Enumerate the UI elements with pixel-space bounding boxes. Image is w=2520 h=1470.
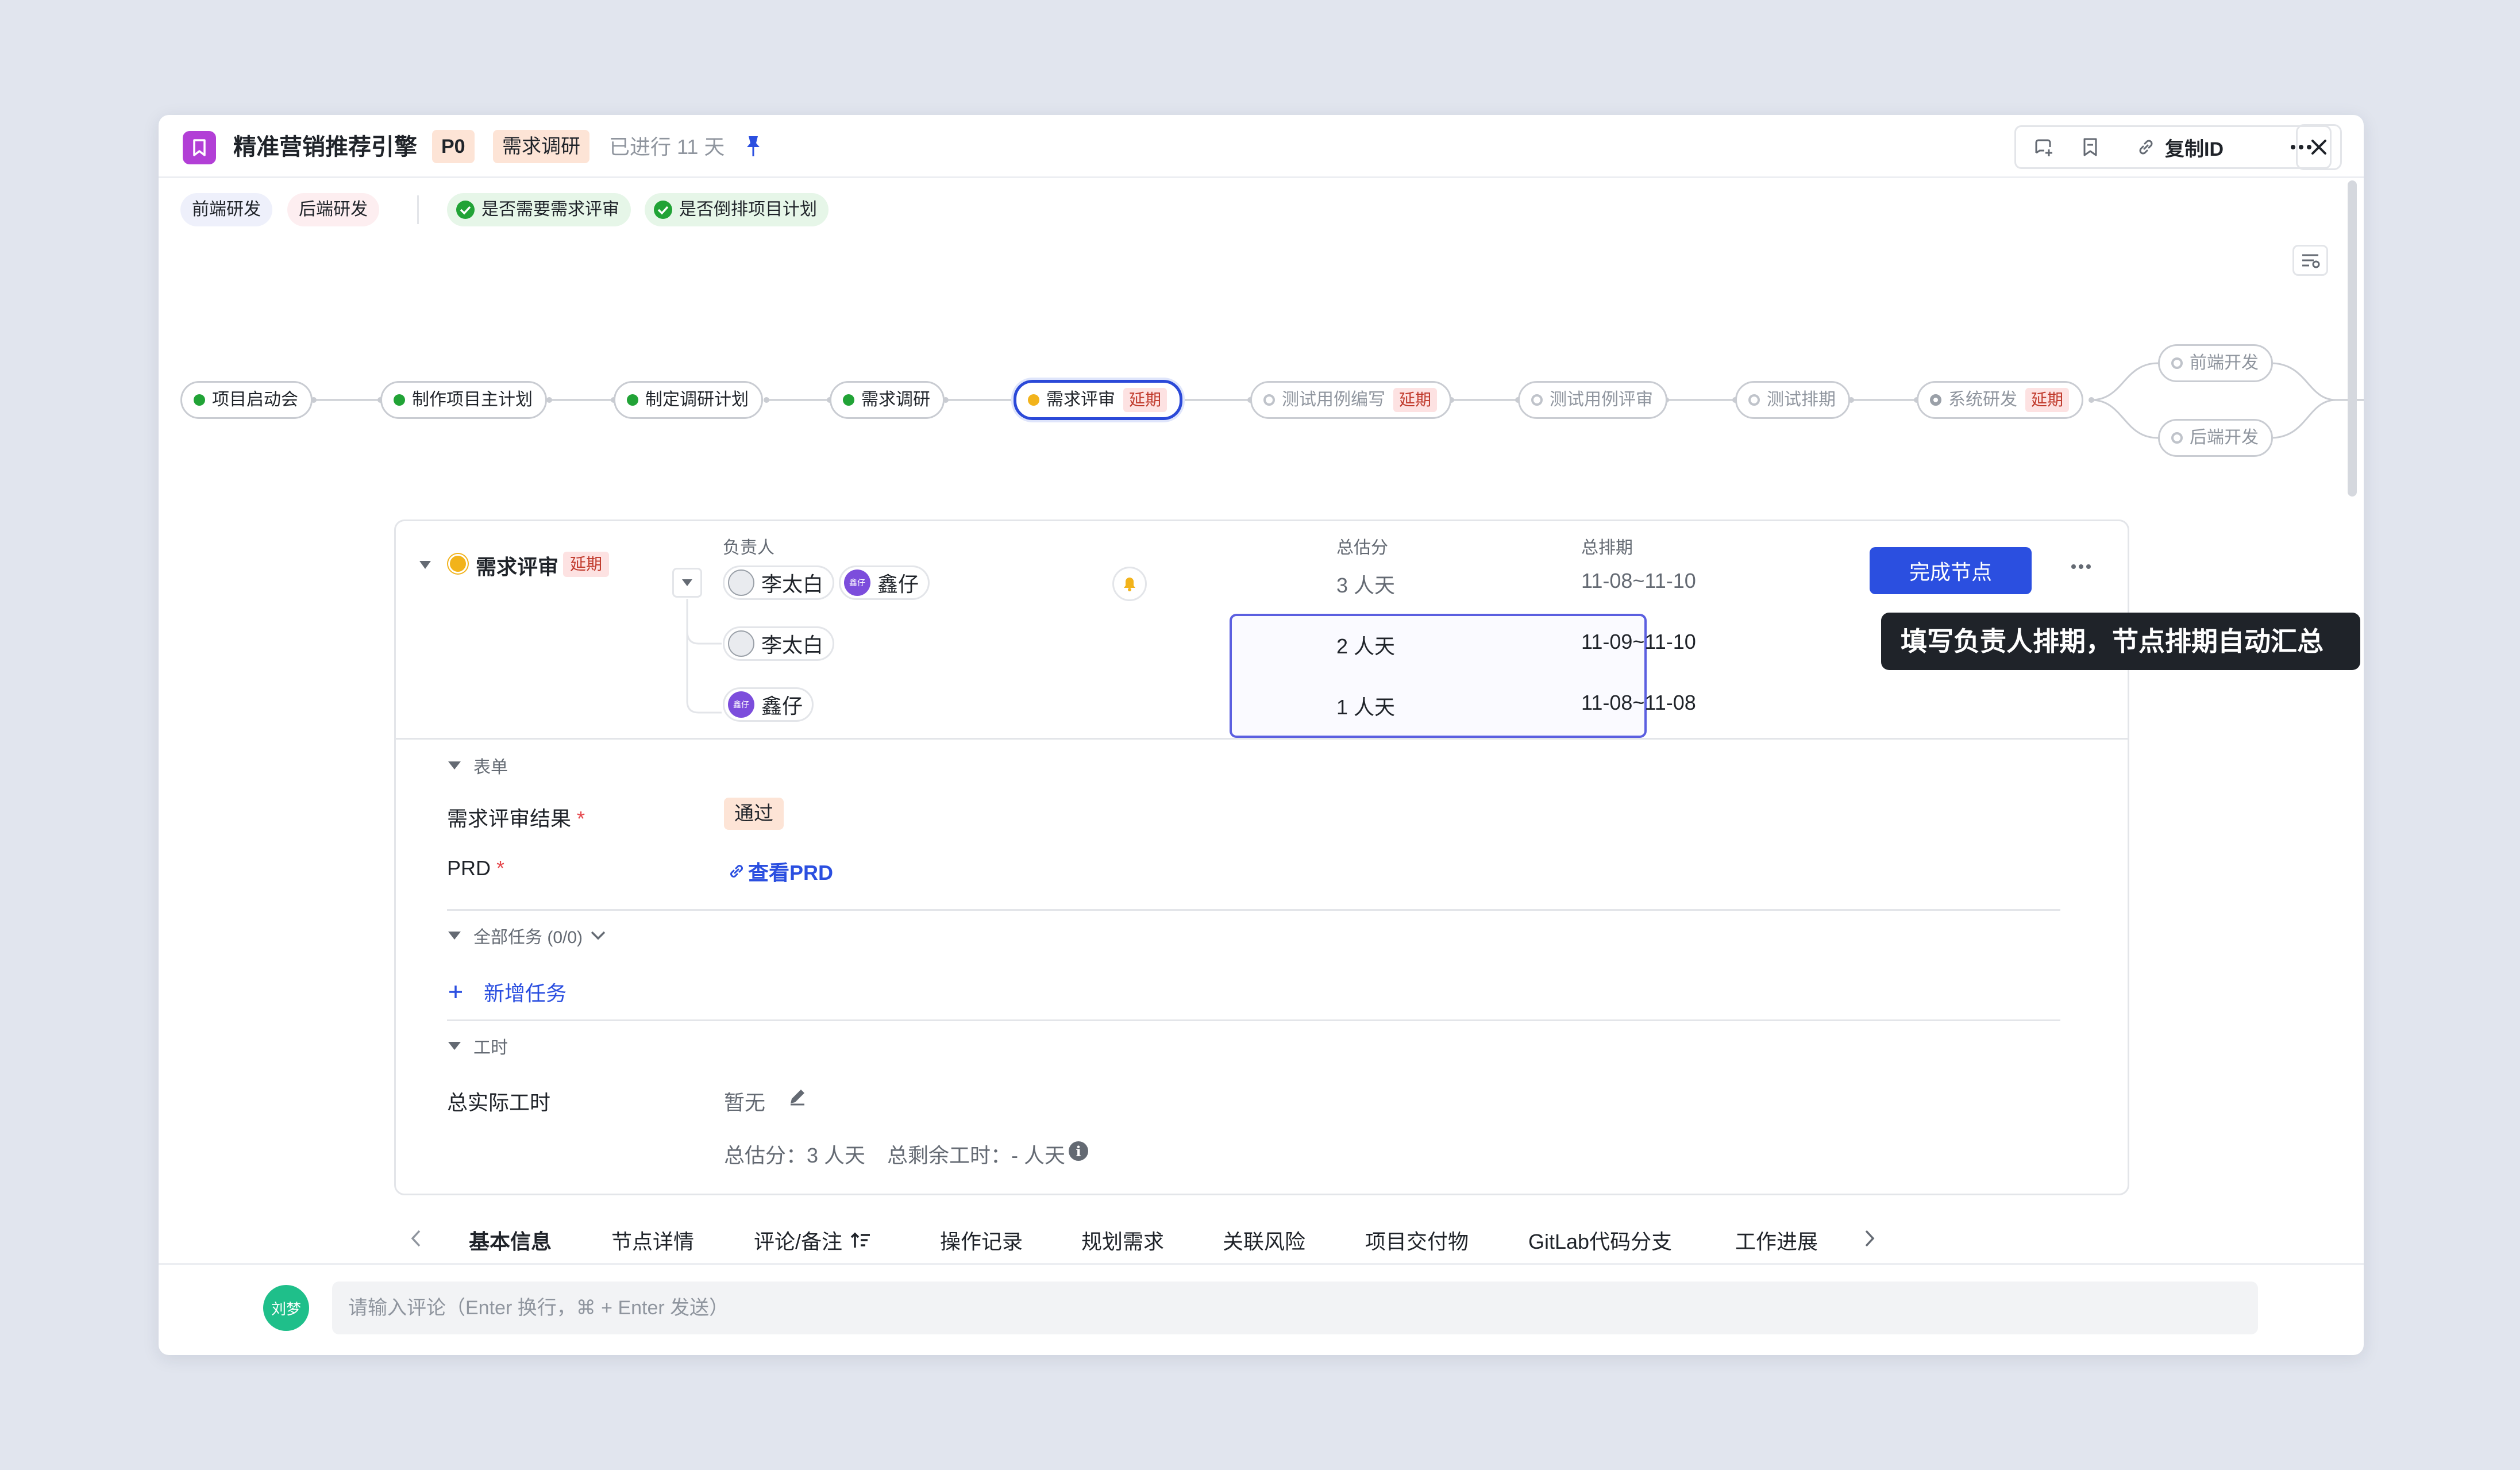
project-detail-window: 精准营销推荐引擎 P0 需求调研 已进行 11 天 复制ID 前端研发 后端研发… [159,115,2364,1355]
summary-estimate: 总估分：3 人天 [724,1144,866,1167]
flow-node-test-case-write[interactable]: 测试用例编写 延期 [1250,381,1452,419]
card-divider [396,738,2128,740]
owner-chip[interactable]: 李太白 [723,565,835,600]
review-result-label: 需求评审结果 * [447,807,585,830]
owner-row-chip[interactable]: 鑫仔 鑫仔 [723,687,814,722]
bell-icon[interactable] [1112,567,1147,601]
edit-pencil-icon[interactable] [787,1086,808,1110]
avatar: 鑫仔 [728,691,754,718]
prd-link[interactable]: 查看PRD [727,856,833,886]
owner-row-chip[interactable]: 李太白 [723,626,835,661]
caret-down-icon [448,1042,461,1050]
info-icon[interactable]: i [1069,1141,1088,1161]
status-dot [1263,394,1275,406]
flow-node-test-schedule[interactable]: 测试排期 [1735,381,1850,419]
tab-node-detail[interactable]: 节点详情 [611,1225,694,1255]
schedule-tooltip: 填写负责人排期，节点排期自动汇总 [1881,613,2360,670]
flow-node-test-case-review[interactable]: 测试用例评审 [1518,381,1667,419]
estimate-column-label: 总估分 [1336,538,1388,557]
prd-label: PRD * [447,856,505,880]
delay-badge: 延期 [2025,388,2070,412]
section-divider [447,909,2060,911]
avatar [728,569,754,596]
owner-schedule[interactable]: 11-09~11-10 [1581,630,1696,654]
status-dot [2171,357,2183,369]
tabs-divider [159,1263,2364,1265]
add-task-button[interactable]: 新增任务 [447,977,567,1007]
tab-work-progress[interactable]: 工作进展 [1735,1225,1818,1255]
owner-estimate[interactable]: 2 人天 [1336,630,1395,660]
vertical-scrollbar[interactable] [2348,180,2357,497]
sort-icon [850,1232,870,1248]
owner-chip[interactable]: 鑫仔 鑫仔 [839,565,930,600]
total-estimate: 3 人天 [1336,574,1396,597]
section-divider [447,1019,2060,1021]
tab-operation-log[interactable]: 操作记录 [940,1225,1023,1255]
tab-comments[interactable]: 评论/备注 [754,1225,871,1255]
owner-schedule[interactable]: 11-08~11-08 [1581,691,1696,715]
total-schedule: 11-08~11-10 [1581,569,1696,592]
comment-input[interactable]: 请输入评论（Enter 换行，⌘ + Enter 发送） [332,1282,2258,1334]
caret-down-icon [448,761,461,769]
worktime-section-toggle[interactable]: 工时 [448,1033,508,1059]
status-dot [1028,394,1039,406]
tab-deliverables[interactable]: 项目交付物 [1365,1225,1469,1255]
tab-related-risks[interactable]: 关联风险 [1223,1225,1305,1255]
tab-planned-requirements[interactable]: 规划需求 [1081,1225,1164,1255]
flow-node-dev[interactable]: 系统研发 延期 [1917,381,2084,419]
owner-estimate[interactable]: 1 人天 [1336,691,1395,721]
status-dot [1531,394,1543,406]
chevron-down-icon [591,931,606,940]
status-dot [2171,432,2183,444]
detail-tabs: 基本信息 节点详情 评论/备注 操作记录 规划需求 关联风险 项目交付物 Git… [159,1218,2364,1263]
current-user-avatar: 刘梦 [263,1285,309,1331]
link-icon [730,865,743,878]
form-section-toggle[interactable]: 表单 [448,753,508,778]
delay-badge: 延期 [1123,388,1167,412]
node-more-icon[interactable] [2071,562,2091,572]
caret-down-icon [448,932,461,940]
delay-badge: 延期 [1393,388,1438,412]
status-dot [1930,394,1941,406]
flow-node-backend-dev[interactable]: 后端开发 [2158,419,2273,457]
review-result-value[interactable]: 通过 [724,798,784,830]
tab-basic-info[interactable]: 基本信息 [469,1225,552,1255]
flow-node-frontend-dev[interactable]: 前端开发 [2158,344,2273,382]
complete-node-button[interactable]: 完成节点 [1870,547,2032,594]
avatar [728,630,754,657]
tabs-scroll-right-icon[interactable] [1864,1229,1875,1251]
actual-worktime-label: 总实际工时 [447,1091,551,1114]
summary-remaining: 总剩余工时：- 人天 [887,1144,1065,1167]
tasks-section-toggle[interactable]: 全部任务 (0/0) [448,923,607,948]
status-dot [1748,394,1760,406]
owner-tree-lines [686,599,722,714]
avatar: 鑫仔 [844,569,870,596]
plus-icon [449,986,462,998]
flow-node-review[interactable]: 需求评审 延期 [1014,380,1183,420]
tabs-scroll-left-icon[interactable] [410,1229,422,1251]
tab-gitlab-branch[interactable]: GitLab代码分支 [1528,1225,1672,1255]
schedule-column-label: 总排期 [1581,538,1633,557]
actual-worktime-value: 暂无 [724,1091,766,1114]
